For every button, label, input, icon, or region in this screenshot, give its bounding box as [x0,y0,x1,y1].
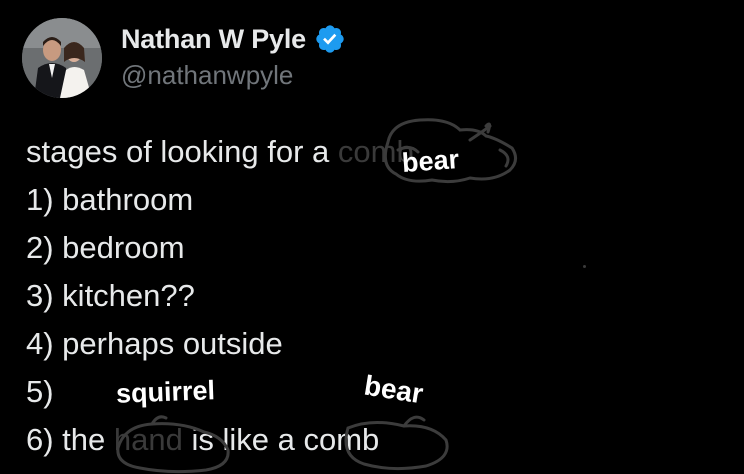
stray-dot [583,265,586,268]
tweet-line-1-text: stages of looking for a [26,134,330,169]
avatar-photo [22,18,102,98]
tweet-line-1: stages of looking for a comb [26,128,726,176]
tweet-text: stages of looking for a comb 1) bathroom… [26,128,726,464]
annotation-squirrel: squirrel [115,375,216,409]
author-handle[interactable]: @nathanwpyle [121,60,346,91]
tweet-line-3: 2) bedroom [26,230,185,265]
tweet-line-7: 6) the hand is like a comb [26,416,726,464]
author-display-name[interactable]: Nathan W Pyle [121,24,306,55]
verified-badge-icon[interactable] [314,23,346,55]
tweet-line-5: 4) perhaps outside [26,326,283,361]
tweet-line-4: 3) kitchen?? [26,278,195,313]
author-name-row: Nathan W Pyle [121,20,346,58]
tweet-author: Nathan W Pyle @nathanwpyle [121,20,346,91]
tweet-line-7-start: 6) the [26,422,106,457]
tweet-line-2: 1) bathroom [26,182,194,217]
tweet-line-7-last-word: comb [303,422,380,457]
tweet-line-7-middle: is like a [182,422,295,457]
tweet-card[interactable]: Nathan W Pyle @nathanwpyle stages of loo… [0,0,744,474]
covered-word-hand: hand [113,422,183,457]
annotation-bear-top: bear [400,144,460,178]
avatar[interactable] [22,18,102,98]
